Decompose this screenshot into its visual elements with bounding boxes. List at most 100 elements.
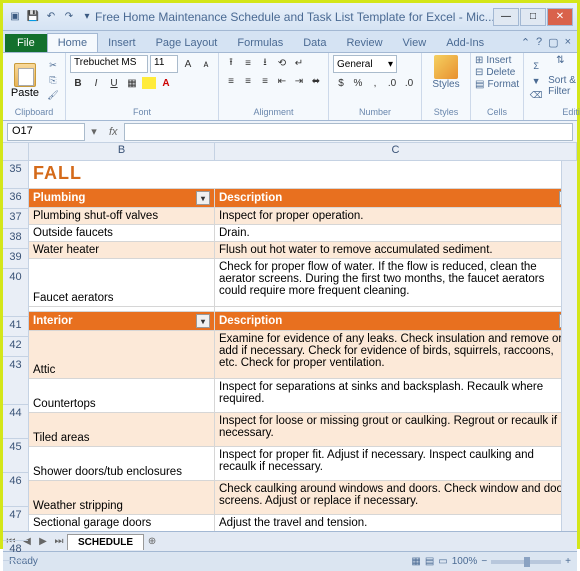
- tab-view[interactable]: View: [393, 34, 437, 52]
- help-icon[interactable]: ?: [536, 36, 542, 49]
- vertical-scrollbar[interactable]: [561, 161, 577, 531]
- fill-icon[interactable]: ▼: [528, 74, 544, 88]
- name-box[interactable]: O17: [7, 123, 85, 141]
- tab-data[interactable]: Data: [293, 34, 336, 52]
- minimize-button[interactable]: —: [493, 8, 519, 26]
- align-middle-icon[interactable]: ≡: [240, 55, 256, 71]
- autosum-icon[interactable]: Σ: [528, 59, 544, 73]
- row-header[interactable]: 35: [3, 161, 28, 189]
- row-header[interactable]: 38: [3, 229, 28, 249]
- redo-icon[interactable]: ↷: [61, 9, 77, 25]
- view-break-icon[interactable]: ▭: [438, 556, 447, 567]
- cell[interactable]: Attic: [29, 331, 215, 378]
- row-header[interactable]: 43: [3, 357, 28, 405]
- formula-bar[interactable]: [124, 123, 573, 141]
- window-x-icon[interactable]: ×: [565, 36, 571, 49]
- align-left-icon[interactable]: ≡: [223, 73, 239, 89]
- styles-button[interactable]: Styles: [426, 55, 466, 106]
- increase-decimal-icon[interactable]: .0: [384, 75, 400, 91]
- cell[interactable]: Tiled areas: [29, 413, 215, 446]
- row-header[interactable]: 40: [3, 269, 28, 317]
- fill-color-icon[interactable]: [142, 77, 156, 89]
- cell[interactable]: Weather stripping: [29, 481, 215, 514]
- format-cells-button[interactable]: ▤Format: [475, 79, 519, 90]
- close-button[interactable]: ✕: [547, 8, 573, 26]
- row-header[interactable]: 48: [3, 541, 28, 561]
- align-right-icon[interactable]: ≡: [257, 73, 273, 89]
- row-header[interactable]: 42: [3, 337, 28, 357]
- zoom-level[interactable]: 100%: [452, 556, 478, 567]
- header-cell[interactable]: Interior▾: [29, 312, 215, 330]
- header-cell[interactable]: Description▾: [215, 312, 577, 330]
- align-bottom-icon[interactable]: ⭳: [257, 55, 273, 71]
- fx-icon[interactable]: fx: [103, 126, 124, 138]
- cell[interactable]: Flush out hot water to remove accumulate…: [215, 242, 577, 258]
- copy-icon[interactable]: ⎘: [45, 74, 61, 88]
- number-format-combo[interactable]: General▾: [333, 55, 397, 73]
- zoom-slider[interactable]: [491, 560, 561, 564]
- sort-filter-button[interactable]: ⇅ Sort & Filter: [548, 55, 580, 106]
- header-cell[interactable]: Plumbing▾: [29, 189, 215, 207]
- cut-icon[interactable]: ✂: [45, 59, 61, 73]
- cell[interactable]: Inspect for loose or missing grout or ca…: [215, 413, 577, 446]
- cell[interactable]: Check caulking around windows and doors.…: [215, 481, 577, 514]
- cell[interactable]: Faucet aerators: [29, 259, 215, 306]
- tab-home[interactable]: Home: [47, 33, 98, 52]
- filter-button[interactable]: ▾: [196, 191, 210, 205]
- tab-addins[interactable]: Add-Ins: [436, 34, 494, 52]
- next-sheet-icon[interactable]: ▶: [35, 536, 51, 547]
- cell[interactable]: Plumbing shut-off valves: [29, 208, 215, 224]
- decrease-decimal-icon[interactable]: .0: [401, 75, 417, 91]
- cell[interactable]: Examine for evidence of any leaks. Check…: [215, 331, 577, 378]
- cell[interactable]: Inspect for proper operation.: [215, 208, 577, 224]
- maximize-button[interactable]: □: [520, 8, 546, 26]
- cell[interactable]: Shower doors/tub enclosures: [29, 447, 215, 480]
- align-top-icon[interactable]: ⭱: [223, 55, 239, 71]
- format-painter-icon[interactable]: 🖌: [45, 89, 61, 103]
- cell[interactable]: Countertops: [29, 379, 215, 412]
- row-header[interactable]: 47: [3, 507, 28, 541]
- tab-page-layout[interactable]: Page Layout: [146, 34, 228, 52]
- row-header[interactable]: 46: [3, 473, 28, 507]
- cell[interactable]: Inspect for separations at sinks and bac…: [215, 379, 577, 412]
- orientation-icon[interactable]: ⟲: [274, 55, 290, 71]
- border-icon[interactable]: ▦: [124, 75, 140, 91]
- tab-insert[interactable]: Insert: [98, 34, 146, 52]
- view-normal-icon[interactable]: ▦: [411, 556, 420, 567]
- row-header[interactable]: 45: [3, 439, 28, 473]
- cell[interactable]: Outside faucets: [29, 225, 215, 241]
- cell[interactable]: Sectional garage doors: [29, 515, 215, 531]
- currency-icon[interactable]: $: [333, 75, 349, 91]
- clear-icon[interactable]: ⌫: [528, 89, 544, 103]
- cell[interactable]: Check for proper flow of water. If the f…: [215, 259, 577, 306]
- row-header[interactable]: 39: [3, 249, 28, 269]
- cell[interactable]: Inspect for proper fit. Adjust if necess…: [215, 447, 577, 480]
- minimize-ribbon-icon[interactable]: ⌃: [521, 36, 530, 49]
- qat-dropdown-icon[interactable]: ▾: [79, 9, 95, 25]
- new-sheet-icon[interactable]: ⊕: [144, 536, 160, 547]
- merge-icon[interactable]: ⬌: [308, 73, 324, 89]
- cell[interactable]: Drain.: [215, 225, 577, 241]
- percent-icon[interactable]: %: [350, 75, 366, 91]
- column-header-b[interactable]: B: [29, 143, 215, 160]
- file-tab[interactable]: File: [5, 34, 47, 52]
- tab-review[interactable]: Review: [336, 34, 392, 52]
- cell[interactable]: [215, 307, 577, 311]
- italic-button[interactable]: I: [88, 75, 104, 91]
- align-center-icon[interactable]: ≡: [240, 73, 256, 89]
- view-layout-icon[interactable]: ▤: [425, 556, 434, 567]
- filter-button[interactable]: ▾: [196, 314, 210, 328]
- cell[interactable]: [29, 307, 215, 311]
- header-cell[interactable]: Description▾: [215, 189, 577, 207]
- sheet-tab[interactable]: SCHEDULE: [67, 534, 144, 550]
- row-header[interactable]: 37: [3, 209, 28, 229]
- zoom-in-icon[interactable]: +: [565, 556, 571, 567]
- window-restore-icon[interactable]: ▢: [548, 36, 558, 49]
- select-all-corner[interactable]: [3, 143, 29, 161]
- paste-button[interactable]: Paste: [7, 55, 43, 106]
- increase-indent-icon[interactable]: ⇥: [291, 73, 307, 89]
- increase-font-icon[interactable]: A: [180, 56, 196, 72]
- last-sheet-icon[interactable]: ⏭: [51, 536, 67, 547]
- section-title[interactable]: FALL: [29, 161, 215, 188]
- font-name-combo[interactable]: Trebuchet MS: [70, 55, 148, 73]
